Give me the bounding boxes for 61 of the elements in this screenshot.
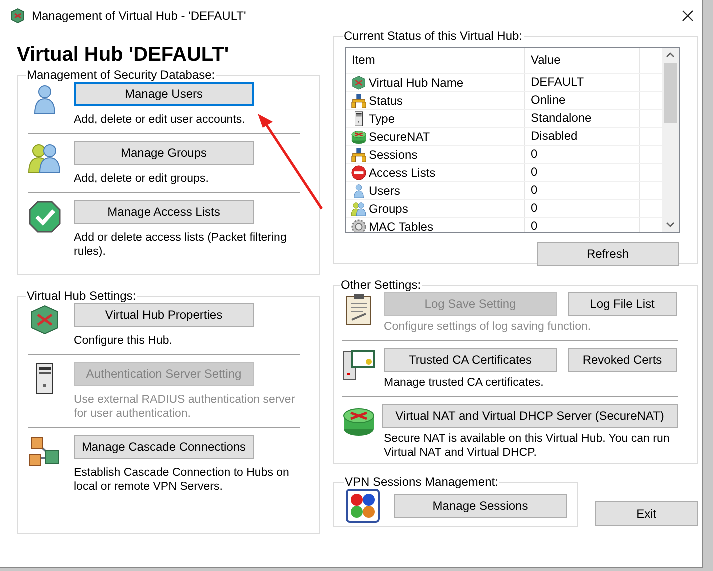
table-cell: Status	[369, 92, 404, 108]
router-icon	[351, 128, 367, 144]
group-label: Current Status of this Virtual Hub:	[343, 29, 524, 43]
table-cell: Standalone	[525, 110, 640, 127]
table-cell: Users	[369, 182, 400, 198]
refresh-button[interactable]: Refresh	[537, 242, 679, 266]
group-label: Management of Security Database:	[26, 68, 216, 82]
table-cell: 0	[525, 218, 640, 232]
group-label: VPN Sessions Management:	[344, 475, 500, 489]
table-cell: Online	[525, 92, 640, 109]
users-icon	[351, 200, 367, 216]
description-text: Use external RADIUS authentication server for user authentication.	[74, 393, 296, 421]
table-cell: Access Lists	[369, 164, 436, 180]
sessions-icon	[346, 489, 380, 523]
network-icon	[351, 146, 367, 162]
description-text: Configure this Hub.	[74, 334, 174, 348]
group-label: Other Settings:	[340, 278, 422, 292]
description-text: Configure settings of log saving function.	[384, 320, 592, 334]
action-button[interactable]: Manage Access Lists	[74, 200, 254, 224]
checkmark-icon	[28, 200, 62, 234]
window-title: Management of Virtual Hub - 'DEFAULT'	[32, 9, 248, 23]
action-button[interactable]: Virtual Hub Properties	[74, 303, 254, 327]
network-icon	[351, 92, 367, 108]
table-cell: 0	[525, 164, 640, 181]
description-text: Manage trusted CA certificates.	[384, 376, 545, 390]
table-cell: 0	[525, 146, 640, 163]
table-cell: Sessions	[369, 146, 418, 162]
table-cell: SecureNAT	[369, 128, 430, 144]
table-cell: Type	[369, 110, 396, 126]
exit-button[interactable]: Exit	[595, 501, 698, 526]
column-header[interactable]: Item	[346, 48, 525, 73]
table-cell: MAC Tables	[369, 218, 434, 232]
table-cell: Disabled	[525, 128, 640, 145]
table-cell: Virtual Hub Name	[369, 74, 464, 90]
action-button[interactable]: Trusted CA Certificates	[384, 348, 557, 372]
action-button[interactable]: Manage Cascade Connections	[74, 435, 254, 459]
action-button[interactable]: Revoked Certs	[568, 348, 677, 372]
hub-icon	[351, 74, 367, 90]
column-header[interactable]: Value	[525, 48, 640, 73]
action-button[interactable]: Virtual NAT and Virtual DHCP Server (SecureNAT)	[382, 404, 678, 428]
description-text: Secure NAT is available on this Virtual Hub. You can run Virtual NAT and Virtual DHCP.	[384, 432, 671, 460]
network-icon	[28, 435, 62, 469]
description-text: Add, delete or edit user accounts.	[74, 113, 246, 127]
table-cell: Groups	[369, 200, 408, 216]
table-cell: DEFAULT	[525, 74, 640, 91]
description-text: Add or delete access lists (Packet filtering rules).	[74, 231, 288, 259]
action-button[interactable]: Manage Users	[74, 82, 254, 106]
certificate-icon	[342, 348, 376, 382]
stop-icon	[351, 164, 367, 180]
scrollbar[interactable]	[662, 48, 679, 232]
manage-sessions-button[interactable]: Manage Sessions	[394, 494, 567, 518]
close-icon[interactable]	[682, 10, 694, 22]
action-button[interactable]: Manage Groups	[74, 141, 254, 165]
description-text: Add, delete or edit groups.	[74, 172, 210, 186]
table-cell: 0	[525, 182, 640, 199]
table-cell: 0	[525, 200, 640, 217]
user-icon	[351, 182, 367, 198]
hub-icon	[10, 8, 26, 24]
description-text: Establish Cascade Connection to Hubs on local or remote VPN Servers.	[74, 466, 290, 494]
hub-heading: Virtual Hub 'DEFAULT'	[17, 44, 230, 67]
group-label: Virtual Hub Settings:	[26, 289, 138, 303]
